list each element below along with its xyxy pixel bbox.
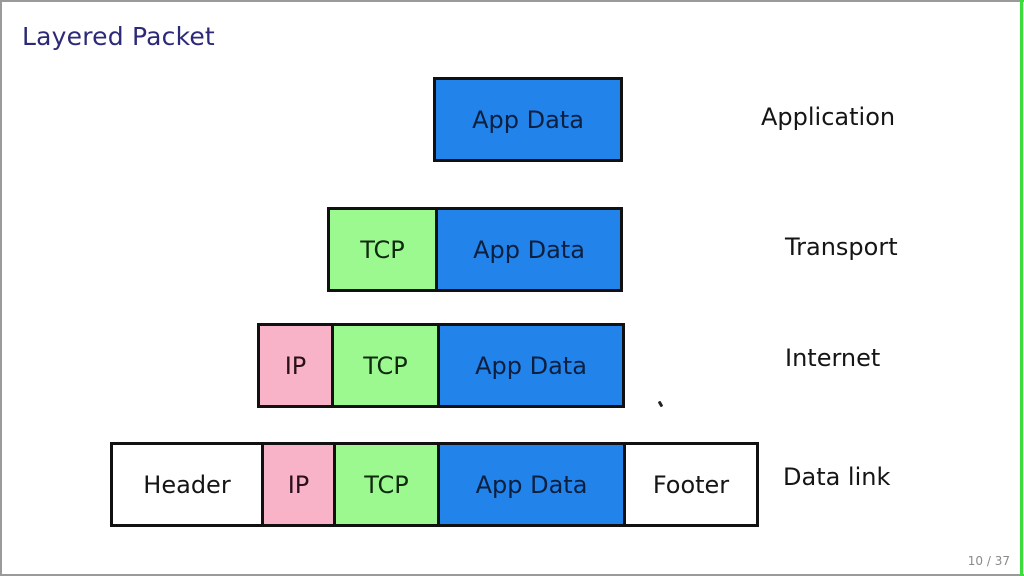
- app-data-segment: App Data: [436, 80, 620, 159]
- ip-segment: IP: [264, 445, 336, 524]
- tcp-segment: TCP: [334, 326, 440, 405]
- layer-label-transport: Transport: [785, 233, 898, 261]
- layer-label-application: Application: [761, 103, 896, 131]
- datalink-packet: Header IP TCP App Data Footer: [110, 442, 759, 527]
- application-packet: App Data: [433, 77, 623, 162]
- ip-segment: IP: [260, 326, 334, 405]
- app-data-segment: App Data: [440, 326, 622, 405]
- layer-label-data-link: Data link: [783, 463, 891, 491]
- tcp-segment: TCP: [336, 445, 440, 524]
- footer-segment: Footer: [626, 445, 756, 524]
- app-data-segment: App Data: [440, 445, 626, 524]
- app-data-segment: App Data: [438, 210, 620, 289]
- layer-label-internet: Internet: [785, 344, 881, 372]
- page-number: 10 / 37: [967, 554, 1010, 568]
- header-segment: Header: [113, 445, 264, 524]
- tcp-segment: TCP: [330, 210, 438, 289]
- internet-packet: IP TCP App Data: [257, 323, 625, 408]
- slide-title: Layered Packet: [22, 22, 215, 51]
- window-edge: [1020, 0, 1023, 576]
- transport-packet: TCP App Data: [327, 207, 623, 292]
